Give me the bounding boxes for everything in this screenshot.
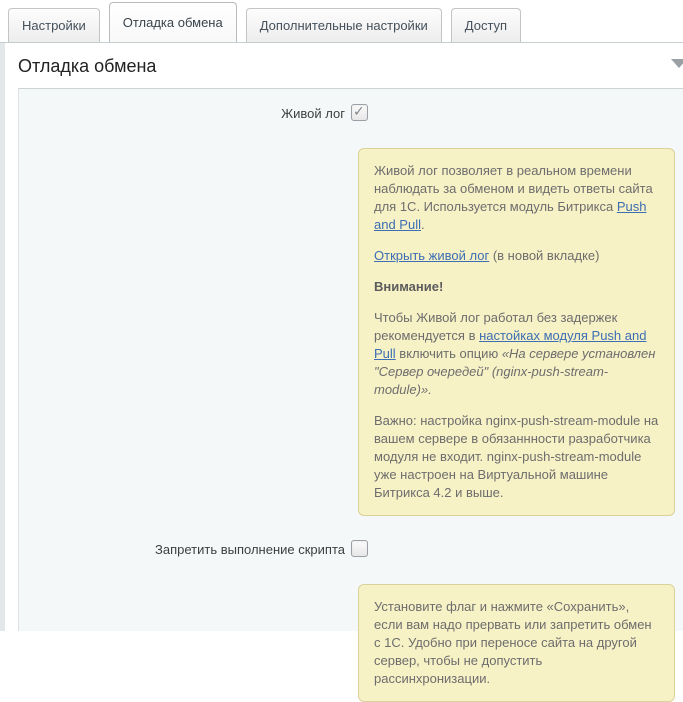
settings-panel: Живой лог ✓ Живой лог позволяет в реальн… <box>18 88 683 631</box>
live-log-info-note: Живой лог позволяет в реальном времени н… <box>358 148 675 516</box>
note-paragraph: Живой лог позволяет в реальном времени н… <box>374 162 659 234</box>
tab-dostup[interactable]: Доступ <box>451 8 521 42</box>
note-text: включить опцию <box>396 346 502 361</box>
section-header: Отладка обмена <box>18 44 683 88</box>
left-edge-strip <box>0 43 5 631</box>
note-text: (в новой вкладке) <box>489 248 599 263</box>
form-row-forbid-script: Запретить выполнение скрипта Установите … <box>19 540 683 702</box>
tab-nastroyki[interactable]: Настройки <box>8 8 100 42</box>
forbid-script-field: Установите флаг и нажмите «Сохранить», е… <box>345 540 683 702</box>
forbid-script-info-note: Установите флаг и нажмите «Сохранить», е… <box>358 584 675 702</box>
warning-title: Внимание! <box>374 279 443 294</box>
chevron-down-icon[interactable] <box>671 59 683 68</box>
forbid-script-checkbox[interactable] <box>351 540 368 557</box>
form-row-live-log: Живой лог ✓ Живой лог позволяет в реальн… <box>19 104 683 516</box>
note-paragraph: Важно: настройка nginx-push-stream-modul… <box>374 412 659 502</box>
tab-label: Дополнительные настройки <box>260 18 428 33</box>
live-log-checkbox[interactable]: ✓ <box>351 104 368 121</box>
tab-label: Отладка обмена <box>123 15 223 30</box>
tab-dopolnitelnye-nastroyki[interactable]: Дополнительные настройки <box>246 8 442 42</box>
note-text: Живой лог позволяет в реальном времени н… <box>374 163 653 214</box>
note-paragraph: Чтобы Живой лог работал без задержек рек… <box>374 309 659 399</box>
checkmark-icon: ✓ <box>353 103 365 119</box>
note-text: . <box>421 217 425 232</box>
tab-otladka-obmena[interactable]: Отладка обмена <box>109 2 237 42</box>
forbid-script-label: Запретить выполнение скрипта <box>19 540 345 558</box>
live-log-label: Живой лог <box>19 104 345 122</box>
page-title: Отладка обмена <box>18 56 156 77</box>
open-live-log-link[interactable]: Открыть живой лог <box>374 248 489 263</box>
note-paragraph: Установите флаг и нажмите «Сохранить», е… <box>374 598 659 688</box>
live-log-field: ✓ Живой лог позволяет в реальном времени… <box>345 104 683 516</box>
tab-label: Настройки <box>22 18 86 33</box>
tab-bar: Настройки Отладка обмена Дополнительные … <box>0 0 683 43</box>
note-paragraph: Открыть живой лог (в новой вкладке) <box>374 247 659 265</box>
note-paragraph: Внимание! <box>374 278 659 296</box>
tab-label: Доступ <box>465 18 507 33</box>
